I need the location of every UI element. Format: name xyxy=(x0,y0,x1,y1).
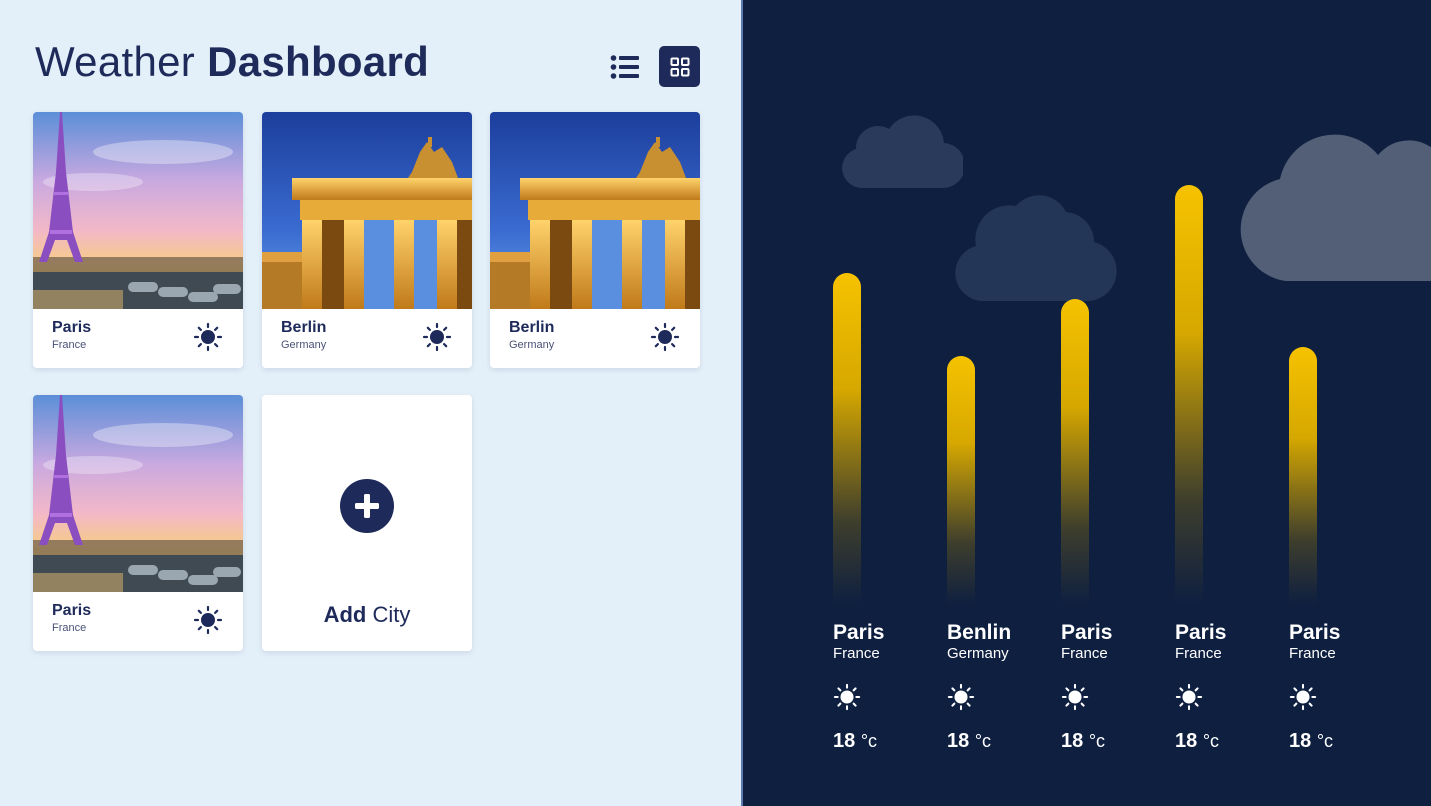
forecast-city: Paris xyxy=(1061,621,1113,644)
forecast-city: Paris xyxy=(1175,621,1227,644)
brandenburg-gate-photo xyxy=(490,112,700,309)
grid-icon xyxy=(670,57,689,76)
temperature-bar xyxy=(1175,185,1203,605)
forecast-city: Paris xyxy=(833,621,885,644)
add-city-label: Add City xyxy=(262,602,472,628)
forecast-country: France xyxy=(1061,645,1108,662)
sun-icon xyxy=(1289,683,1317,711)
forecast-temp: 18 °c xyxy=(947,730,991,753)
sun-icon xyxy=(650,322,680,352)
city-name: Paris xyxy=(52,602,92,619)
country-name: France xyxy=(52,339,87,351)
temperature-bar xyxy=(833,273,861,605)
city-list-panel: Weather Dashboard Paris France Berlin Ge… xyxy=(0,0,741,806)
city-card-berlin[interactable]: Berlin Germany xyxy=(490,112,700,368)
cloud-icon xyxy=(842,115,963,189)
city-name: Berlin xyxy=(281,319,327,336)
city-card-berlin[interactable]: Berlin Germany xyxy=(262,112,472,368)
temp-value: 18 xyxy=(1061,730,1084,752)
temperature-bar xyxy=(1289,347,1317,605)
sun-icon xyxy=(193,605,223,635)
temperature-bar xyxy=(1061,299,1089,605)
brandenburg-gate-photo xyxy=(262,112,472,309)
page-title-light: Weather xyxy=(35,38,196,85)
cloud-icon xyxy=(955,195,1117,301)
temp-unit: °c xyxy=(860,731,878,751)
city-name: Paris xyxy=(52,319,92,336)
list-icon xyxy=(610,55,639,79)
city-card-paris[interactable]: Paris France xyxy=(33,395,243,651)
temp-unit: °c xyxy=(1316,731,1334,751)
forecast-panel: Paris France 18 °c Benlin Germany 18 °c … xyxy=(741,0,1431,806)
city-card-paris[interactable]: Paris France xyxy=(33,112,243,368)
temp-unit: °c xyxy=(1088,731,1106,751)
forecast-temp: 18 °c xyxy=(1289,730,1333,753)
page-title-bold: Dashboard xyxy=(207,38,430,85)
forecast-city: Paris xyxy=(1289,621,1341,644)
forecast-country: France xyxy=(1289,645,1336,662)
sun-icon xyxy=(947,683,975,711)
add-city-label-light: City xyxy=(372,602,411,627)
forecast-temp: 18 °c xyxy=(1175,730,1219,753)
sun-icon xyxy=(1061,683,1089,711)
forecast-country: Germany xyxy=(947,645,1009,662)
plus-icon xyxy=(355,494,379,518)
add-city-card[interactable]: Add City xyxy=(262,395,472,651)
temp-value: 18 xyxy=(947,730,970,752)
sun-icon xyxy=(193,322,223,352)
forecast-country: France xyxy=(1175,645,1222,662)
temp-unit: °c xyxy=(974,731,992,751)
sun-icon xyxy=(422,322,452,352)
eiffel-tower-photo xyxy=(33,112,243,309)
sun-icon xyxy=(833,683,861,711)
add-city-label-bold: Add xyxy=(323,602,367,627)
cloud-icon xyxy=(1240,134,1431,281)
temp-value: 18 xyxy=(1289,730,1312,752)
temp-value: 18 xyxy=(833,730,856,752)
forecast-temp: 18 °c xyxy=(1061,730,1105,753)
add-city-button[interactable] xyxy=(340,479,394,533)
sun-icon xyxy=(1175,683,1203,711)
forecast-temp: 18 °c xyxy=(833,730,877,753)
temp-value: 18 xyxy=(1175,730,1198,752)
forecast-country: France xyxy=(833,645,880,662)
country-name: France xyxy=(52,622,87,634)
country-name: Germany xyxy=(281,339,327,351)
temperature-bar xyxy=(947,356,975,605)
city-name: Berlin xyxy=(509,319,555,336)
eiffel-tower-photo xyxy=(33,395,243,592)
temp-unit: °c xyxy=(1202,731,1220,751)
grid-view-button[interactable] xyxy=(659,46,700,87)
page-title: Weather Dashboard xyxy=(35,38,429,86)
list-view-button[interactable] xyxy=(606,48,644,86)
forecast-city: Benlin xyxy=(947,621,1012,644)
country-name: Germany xyxy=(509,339,555,351)
